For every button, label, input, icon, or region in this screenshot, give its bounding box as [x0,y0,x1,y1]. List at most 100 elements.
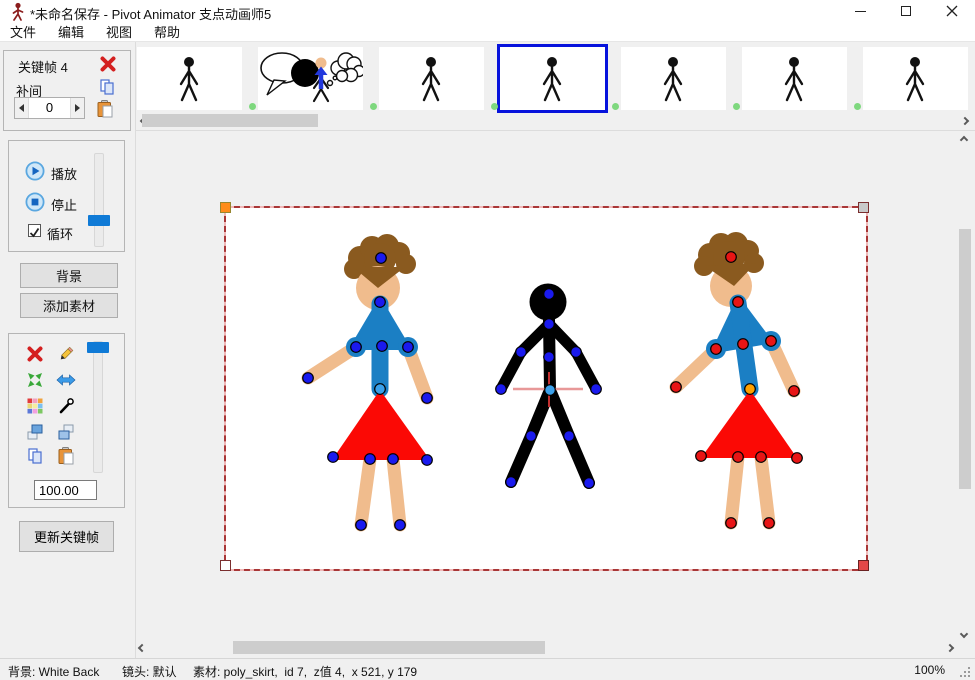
menu-view[interactable]: 视图 [98,20,140,43]
scale-slider-track[interactable] [93,341,103,473]
paste-icon [97,100,113,118]
paste-frame-button[interactable] [95,99,115,119]
raise-layer-icon [27,424,43,440]
film-frame-4-selected[interactable] [497,44,608,113]
girl-sprite-left[interactable] [301,234,434,532]
menu-edit[interactable]: 编辑 [50,20,92,43]
vertical-scroll-up-button[interactable] [957,133,971,147]
segment-tool-button[interactable] [56,396,76,416]
copy-icon [28,448,42,464]
girl-sprite-right-selected[interactable] [669,232,803,530]
add-sprite-button[interactable]: 添加素材 [20,293,118,318]
filmstrip-scroll-thumb[interactable] [142,114,318,127]
loop-label: 循环 [47,227,74,242]
legs[interactable] [724,450,776,530]
chevron-down-icon [959,629,969,639]
speech-scene-thumbnail [260,52,366,103]
zoom-level: 100% [914,663,945,677]
play-label: 播放 [51,167,78,182]
center-sprite-button[interactable] [25,370,45,390]
scale-slider-handle[interactable] [87,342,109,353]
segment-tool-icon [59,398,74,414]
delete-sprite-button[interactable] [25,344,45,364]
chevron-right-icon [960,116,970,126]
film-frame-2[interactable] [258,47,366,110]
chevron-right-icon [945,643,955,653]
vertical-scroll-down-button[interactable] [957,627,971,641]
film-frame-7[interactable] [863,47,968,110]
horizontal-scroll-right-button[interactable] [943,641,957,655]
legs[interactable] [354,452,407,532]
vertical-scroll-thumb[interactable] [959,229,971,489]
lower-layer-icon [58,424,74,440]
pivot-animator-window: *未命名保存 - Pivot Animator 支点动画师5 文件 编辑 视图 … [0,0,975,680]
stick-figure-thumbnail [663,57,683,102]
horizontal-scroll-thumb[interactable] [233,641,545,654]
stop-button[interactable] [25,192,45,212]
stick-figure-thumbnail [784,57,804,102]
maximize-button[interactable] [883,0,929,22]
close-button[interactable] [929,0,975,22]
speed-slider-track[interactable] [94,153,104,247]
menu-help[interactable]: 帮助 [146,20,188,43]
maximize-icon [901,6,911,16]
frame-marker-dot [612,103,619,110]
frame-marker-dot [733,103,740,110]
chevron-up-icon [959,135,969,145]
status-sprite: 素材: poly_skirt, id 7, z值 4, x 521, y 179 [193,665,418,679]
play-icon [25,161,45,181]
tween-increment-button[interactable] [71,98,84,118]
loop-checkbox[interactable] [28,224,41,238]
copy-icon [100,79,114,95]
color-sprite-button[interactable] [25,396,45,416]
status-background: 背景: White Back [8,665,100,679]
keyframe-group: 关键帧 4 补间 0 [3,50,131,131]
film-frame-6[interactable] [742,47,847,110]
edit-sprite-button[interactable] [56,344,76,364]
close-icon [946,5,958,17]
horizontal-scroll-left-button[interactable] [135,641,149,655]
app-icon [12,2,24,21]
background-button[interactable]: 背景 [20,263,118,288]
update-keyframe-button[interactable]: 更新关键帧 [19,521,114,552]
red-skirt[interactable] [332,390,430,460]
raise-layer-button[interactable] [25,422,45,442]
flip-horizontal-icon [56,374,76,386]
resize-grip[interactable] [959,666,971,678]
scale-input[interactable] [34,480,97,500]
stop-icon [25,192,45,212]
tools-group [8,333,125,508]
copy-frame-button[interactable] [97,77,117,97]
paste-sprite-button[interactable] [56,446,76,466]
joints[interactable] [495,288,602,489]
right-arrow-icon [75,104,80,112]
copy-sprite-button[interactable] [25,446,45,466]
delete-frame-button[interactable] [98,54,118,74]
speed-slider-handle[interactable] [88,215,110,226]
sidebar-divider [135,42,136,658]
frame-marker-dot [370,103,377,110]
delete-x-icon [27,346,43,362]
film-frame-5[interactable] [621,47,726,110]
canvas-figures [301,232,803,532]
flip-sprite-button[interactable] [56,370,76,390]
tween-decrement-button[interactable] [15,98,28,118]
stick-figure-thumbnail [905,57,925,102]
menu-bar: 文件 编辑 视图 帮助 [0,22,975,42]
title-bar: *未命名保存 - Pivot Animator 支点动画师5 [0,0,975,22]
lower-layer-button[interactable] [56,422,76,442]
playback-group: 播放 停止 循环 [8,140,125,252]
origin-joint [374,383,386,395]
tween-spinner: 0 [14,97,85,119]
center-arrows-icon [28,373,42,387]
menu-file[interactable]: 文件 [2,20,44,43]
play-button[interactable] [25,161,45,181]
red-skirt[interactable] [701,390,797,458]
tween-value[interactable]: 0 [28,98,71,118]
stick-figure-center[interactable] [495,283,602,489]
film-frame-1[interactable] [137,47,242,110]
filmstrip-scroll-right-button[interactable] [958,114,972,128]
minimize-button[interactable] [837,0,883,22]
minimize-icon [854,10,866,12]
film-frame-3[interactable] [379,47,484,110]
